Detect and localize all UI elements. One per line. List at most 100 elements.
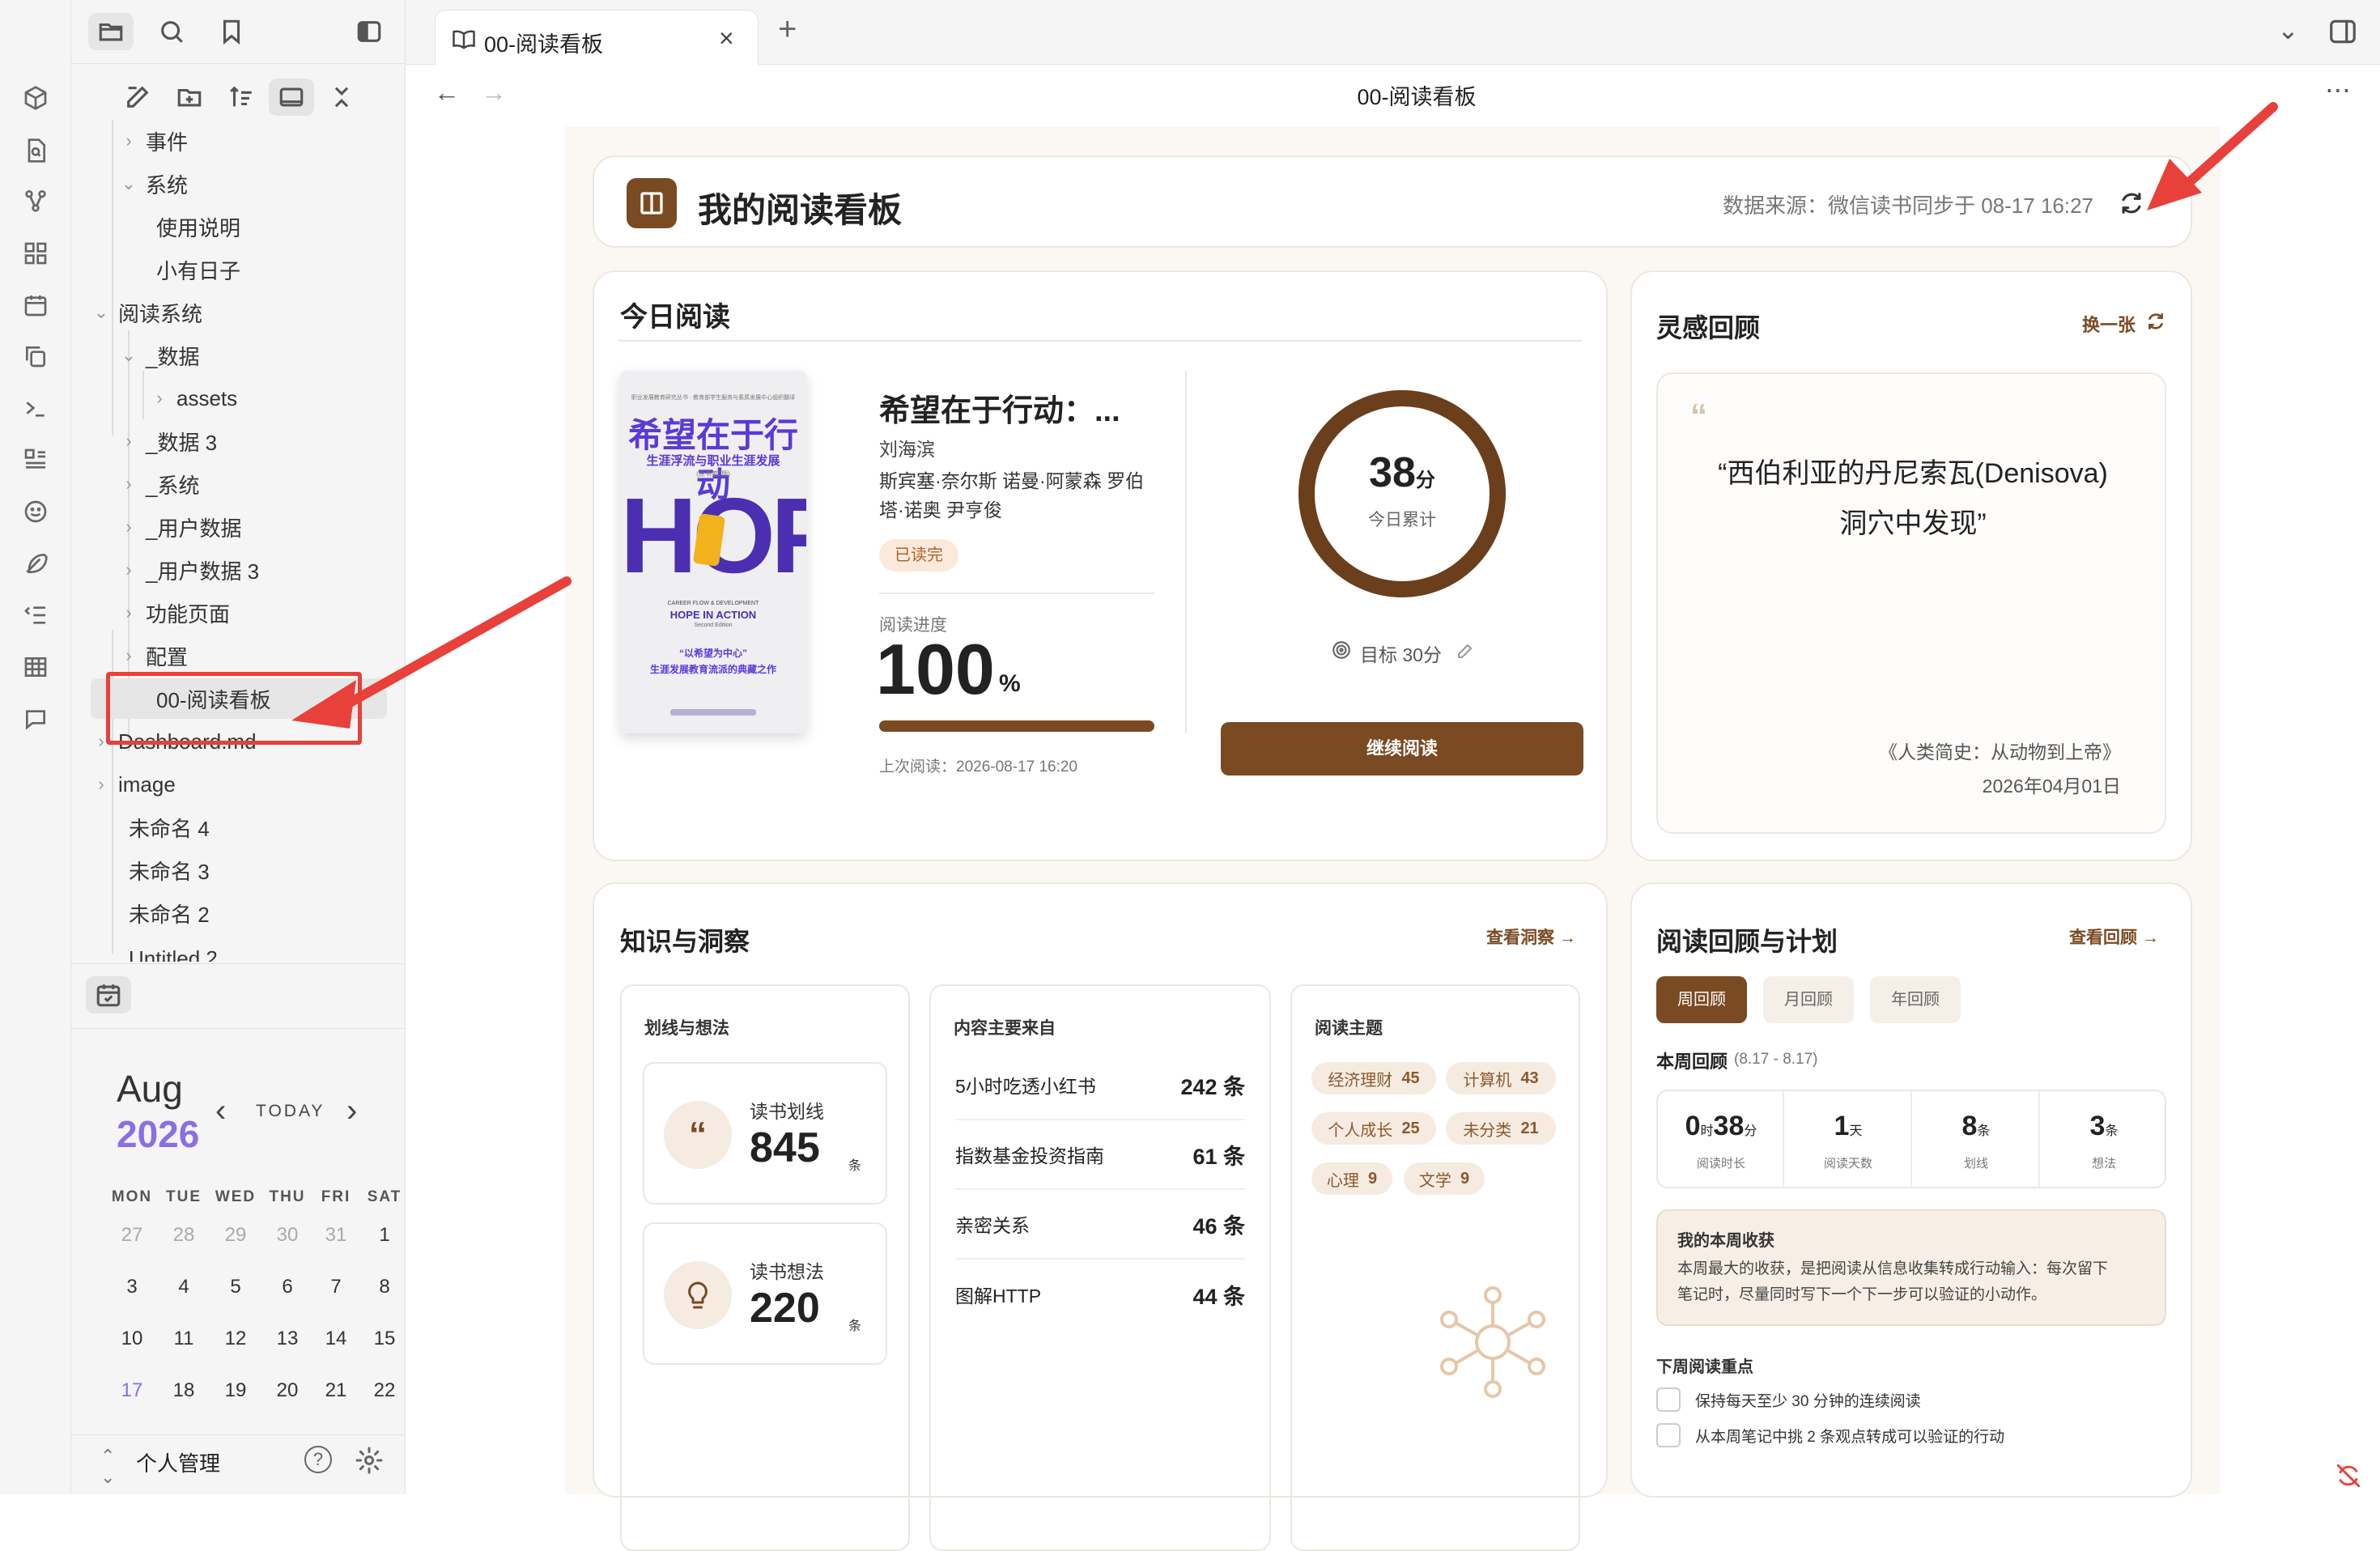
source-row[interactable]: 图解HTTP 44 条 (955, 1260, 1245, 1329)
vault-switch-icon[interactable]: ⌃ ⌄ (100, 1446, 115, 1488)
tab-monthly-review[interactable]: 月回顾 (1763, 976, 1854, 1023)
tree-file[interactable]: Untitled 2 (129, 937, 218, 962)
more-options-icon[interactable]: ⋯ (2325, 74, 2352, 105)
grid-icon[interactable] (19, 237, 52, 270)
calendar-day[interactable]: 29 (215, 1224, 256, 1247)
tree-folder[interactable]: › image (91, 763, 176, 805)
tree-folder[interactable]: › 配置 (118, 635, 188, 677)
layout-icon[interactable] (19, 444, 52, 476)
tree-file[interactable]: 使用说明 (156, 206, 240, 248)
chevron-left-icon[interactable]: ‹ (215, 1093, 226, 1129)
book-title[interactable]: 希望在于行动：... (879, 385, 1120, 430)
new-note-icon[interactable] (115, 79, 160, 116)
view-insights-link[interactable]: 查看洞察 → (1486, 924, 1576, 949)
sync-off-icon[interactable] (2335, 1462, 2362, 1489)
auto-reveal-icon[interactable] (269, 79, 314, 116)
calendar-day[interactable]: 8 (364, 1276, 405, 1298)
cube-icon[interactable] (19, 82, 52, 114)
tree-folder[interactable]: ⌄ _数据 (118, 334, 200, 376)
tree-file[interactable]: 未命名 2 (129, 892, 210, 934)
today-button[interactable]: TODAY (256, 1102, 325, 1121)
continue-reading-button[interactable]: 继续阅读 (1221, 722, 1583, 776)
tree-folder[interactable]: › assets (149, 377, 237, 419)
tree-folder[interactable]: › _数据 3 (118, 420, 217, 462)
tree-file[interactable]: 小有日子 (156, 249, 240, 291)
calendar-day[interactable]: 5 (215, 1276, 256, 1298)
calendar-day[interactable]: 22 (364, 1379, 405, 1402)
calendar-day[interactable]: 1 (364, 1224, 405, 1247)
calendar-day[interactable]: 19 (215, 1379, 256, 1402)
source-row[interactable]: 5小时吃透小红书 242 条 (955, 1051, 1245, 1120)
search-icon[interactable] (149, 13, 194, 50)
calendar-day[interactable]: 17 (112, 1379, 152, 1402)
calendar-day[interactable]: 13 (267, 1328, 308, 1350)
forward-arrow-icon[interactable]: → (481, 78, 507, 108)
new-folder-icon[interactable] (167, 79, 212, 116)
copy-icon[interactable] (19, 340, 52, 372)
tree-folder[interactable]: ⌄ 阅读系统 (91, 291, 202, 334)
chevron-right-icon[interactable]: › (346, 1093, 357, 1129)
topic-tag[interactable]: 经济理财 45 (1311, 1062, 1436, 1094)
help-icon[interactable]: ? (304, 1446, 332, 1473)
sort-icon[interactable] (219, 79, 264, 116)
topic-tag[interactable]: 文学 9 (1404, 1162, 1485, 1195)
calendar-day[interactable]: 12 (215, 1328, 256, 1350)
tree-file[interactable]: 未命名 3 (129, 849, 210, 891)
calendar-day[interactable]: 21 (316, 1379, 356, 1402)
calendar-day[interactable]: 27 (112, 1224, 152, 1247)
right-sidebar-toggle-icon[interactable] (2327, 16, 2358, 47)
file-search-icon[interactable] (19, 134, 52, 167)
close-tab-icon[interactable]: × (719, 23, 734, 53)
tree-folder[interactable]: ⌄ 系统 (118, 163, 188, 205)
calendar-day[interactable]: 30 (267, 1224, 308, 1247)
calendar-day[interactable]: 31 (316, 1224, 356, 1247)
tab-list-chevron-down-icon[interactable]: ⌄ (2277, 15, 2299, 45)
calendar-day[interactable]: 14 (316, 1328, 356, 1350)
tree-folder[interactable]: › _用户数据 3 (118, 549, 259, 591)
edit-goal-pencil-icon[interactable] (1456, 641, 1475, 661)
tree-folder[interactable]: › 事件 (118, 120, 188, 162)
topic-tag[interactable]: 心理 9 (1311, 1162, 1392, 1195)
tab-active[interactable]: 00-阅读看板 × (435, 10, 759, 65)
feather-icon[interactable] (19, 547, 52, 580)
new-tab-icon[interactable]: + (778, 11, 797, 48)
settings-gear-icon[interactable] (355, 1446, 384, 1475)
book-cover[interactable]: 职业发展教育研究丛书 · 教育部学生服务与素质发展中心组织翻译 希望在于行动 生… (620, 371, 806, 733)
calendar-check-icon[interactable] (86, 976, 131, 1013)
collapse-all-icon[interactable] (319, 79, 364, 116)
tree-folder[interactable]: › _系统 (118, 463, 199, 505)
calendar-day[interactable]: 10 (112, 1328, 152, 1350)
calendar-day[interactable]: 28 (164, 1224, 204, 1247)
smile-icon[interactable] (19, 495, 52, 528)
back-arrow-icon[interactable]: ← (434, 78, 460, 108)
calendar-day[interactable]: 20 (267, 1379, 308, 1402)
vault-name[interactable]: 个人管理 (136, 1447, 220, 1477)
swap-button[interactable]: 换一张 (2082, 311, 2136, 337)
terminal-icon[interactable] (19, 392, 52, 424)
calendar-day[interactable]: 4 (164, 1276, 204, 1298)
topic-tag[interactable]: 未分类 21 (1446, 1112, 1556, 1145)
chat-icon[interactable] (19, 703, 52, 735)
calendar-day[interactable]: 6 (267, 1276, 308, 1298)
calendar-icon[interactable] (19, 289, 52, 321)
swap-refresh-icon[interactable] (2145, 311, 2166, 332)
calendar-day[interactable]: 7 (316, 1276, 356, 1298)
tab-weekly-review[interactable]: 周回顾 (1656, 976, 1747, 1023)
calendar-day[interactable]: 3 (112, 1276, 152, 1298)
source-row[interactable]: 亲密关系 46 条 (955, 1190, 1245, 1260)
calendar-day[interactable]: 15 (364, 1328, 405, 1350)
plan-checkbox[interactable] (1656, 1423, 1681, 1447)
tab-yearly-review[interactable]: 年回顾 (1870, 976, 1961, 1023)
view-review-link[interactable]: 查看回顾 → (2069, 924, 2159, 949)
tree-folder[interactable]: › 功能页面 (118, 592, 230, 634)
calendar-day[interactable]: 11 (164, 1328, 204, 1350)
thought-count-card[interactable]: 读书想法 220 条 (643, 1222, 887, 1365)
outline-icon[interactable] (19, 599, 52, 631)
calendar-day[interactable]: 18 (164, 1379, 204, 1402)
table-icon[interactable] (19, 651, 52, 683)
topic-tag[interactable]: 计算机 43 (1446, 1062, 1556, 1094)
tree-folder[interactable]: › _用户数据 (118, 506, 241, 548)
folder-icon[interactable] (88, 13, 134, 50)
highlight-count-card[interactable]: “ 读书划线 845 条 (643, 1062, 887, 1205)
sidebar-toggle-icon[interactable] (346, 13, 392, 50)
